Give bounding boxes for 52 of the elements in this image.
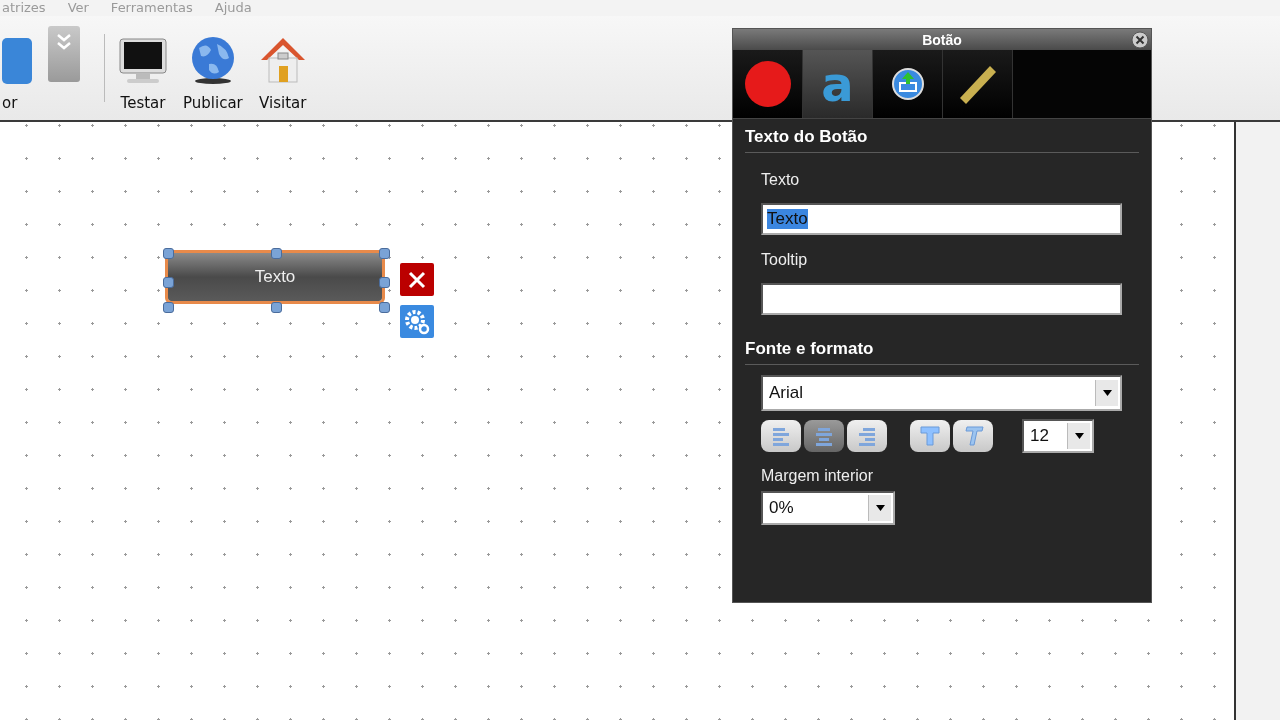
panel-title: Botão [922,31,962,48]
align-button[interactable] [847,420,887,452]
margin-dropdown[interactable]: 0% [761,491,895,525]
panel-tab[interactable] [873,50,943,118]
style-button[interactable] [910,420,950,452]
align-right-icon [856,426,878,446]
panel-tab[interactable] [943,50,1013,118]
resize-handle[interactable] [379,302,390,313]
toolbar-button[interactable]: Testar [111,16,175,120]
settings-button[interactable] [400,305,434,338]
toolbar-button[interactable]: Publicar [175,16,251,120]
field-label: Tooltip [761,251,809,269]
caret-icon [1102,390,1112,396]
toolbar-button[interactable]: or [0,16,30,120]
section-heading: Texto do Botão [745,127,1139,153]
resize-handle[interactable] [271,248,282,259]
input-field[interactable] [761,283,1122,315]
close-button[interactable] [1131,31,1149,49]
section-heading: Fonte e formato [745,339,1139,365]
size-dropdown[interactable]: 12 [1022,419,1094,453]
close-icon [408,270,426,289]
style-button[interactable] [953,420,993,452]
align-button[interactable] [761,420,801,452]
resize-handle[interactable] [379,277,390,288]
font-dropdown[interactable]: Arial [761,375,1122,411]
settings-icon [404,308,430,335]
field-label: Margem interior [761,467,875,485]
align-left-icon [770,426,792,446]
close-icon [1131,31,1149,49]
resize-handle[interactable] [163,248,174,259]
italic-t-icon [962,425,984,447]
record-icon [743,60,792,108]
align-center-icon [813,426,835,446]
app-tile-icon [2,38,32,84]
caret-icon [1074,433,1084,439]
caret-icon [875,505,885,511]
double-chevron-icon [57,34,71,50]
monitor-icon [119,38,167,84]
align-button[interactable] [804,420,844,452]
resize-handle[interactable] [163,277,174,288]
toolbar-button[interactable]: Visitar [250,16,315,120]
export-icon [891,68,924,100]
input-field[interactable]: Texto [761,203,1122,235]
field-label: Texto [761,171,801,189]
resize-handle[interactable] [163,302,174,313]
panel-tab[interactable]: a [803,50,873,118]
resize-handle[interactable] [379,248,390,259]
resize-handle[interactable] [271,302,282,313]
canvas-button[interactable]: Texto [168,253,382,301]
bold-t-icon [919,425,941,447]
delete-button[interactable] [400,263,434,296]
more-button[interactable] [48,26,80,82]
